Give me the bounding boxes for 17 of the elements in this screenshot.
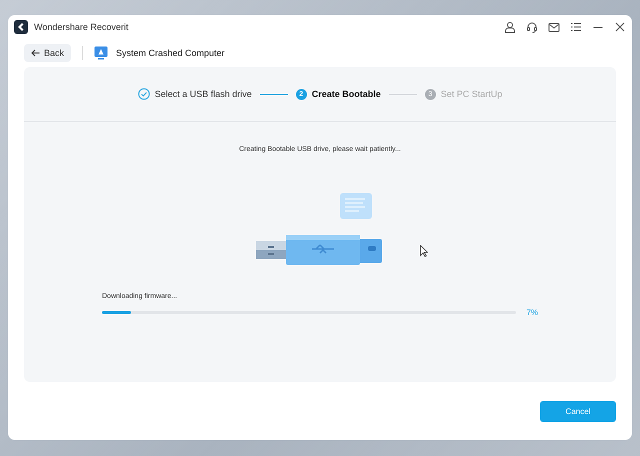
- back-arrow-icon: [31, 49, 40, 57]
- step-label: Create Bootable: [312, 89, 381, 99]
- progress-percent: 7%: [526, 308, 538, 317]
- close-icon[interactable]: [614, 21, 626, 33]
- back-button[interactable]: Back: [24, 44, 72, 62]
- app-logo-icon: [14, 20, 28, 34]
- mail-icon[interactable]: [548, 21, 560, 33]
- headset-icon[interactable]: [526, 21, 538, 33]
- step-label: Set PC StartUp: [440, 89, 502, 99]
- window-title: Wondershare Recoverit: [34, 22, 128, 32]
- check-circle-icon: [138, 88, 150, 100]
- page-title: System Crashed Computer: [116, 48, 225, 58]
- step-label: Select a USB flash drive: [154, 89, 252, 99]
- mouse-pointer-icon: [420, 245, 428, 257]
- menu-icon[interactable]: [570, 21, 582, 33]
- user-icon[interactable]: [504, 21, 516, 33]
- monitor-icon: [94, 46, 108, 60]
